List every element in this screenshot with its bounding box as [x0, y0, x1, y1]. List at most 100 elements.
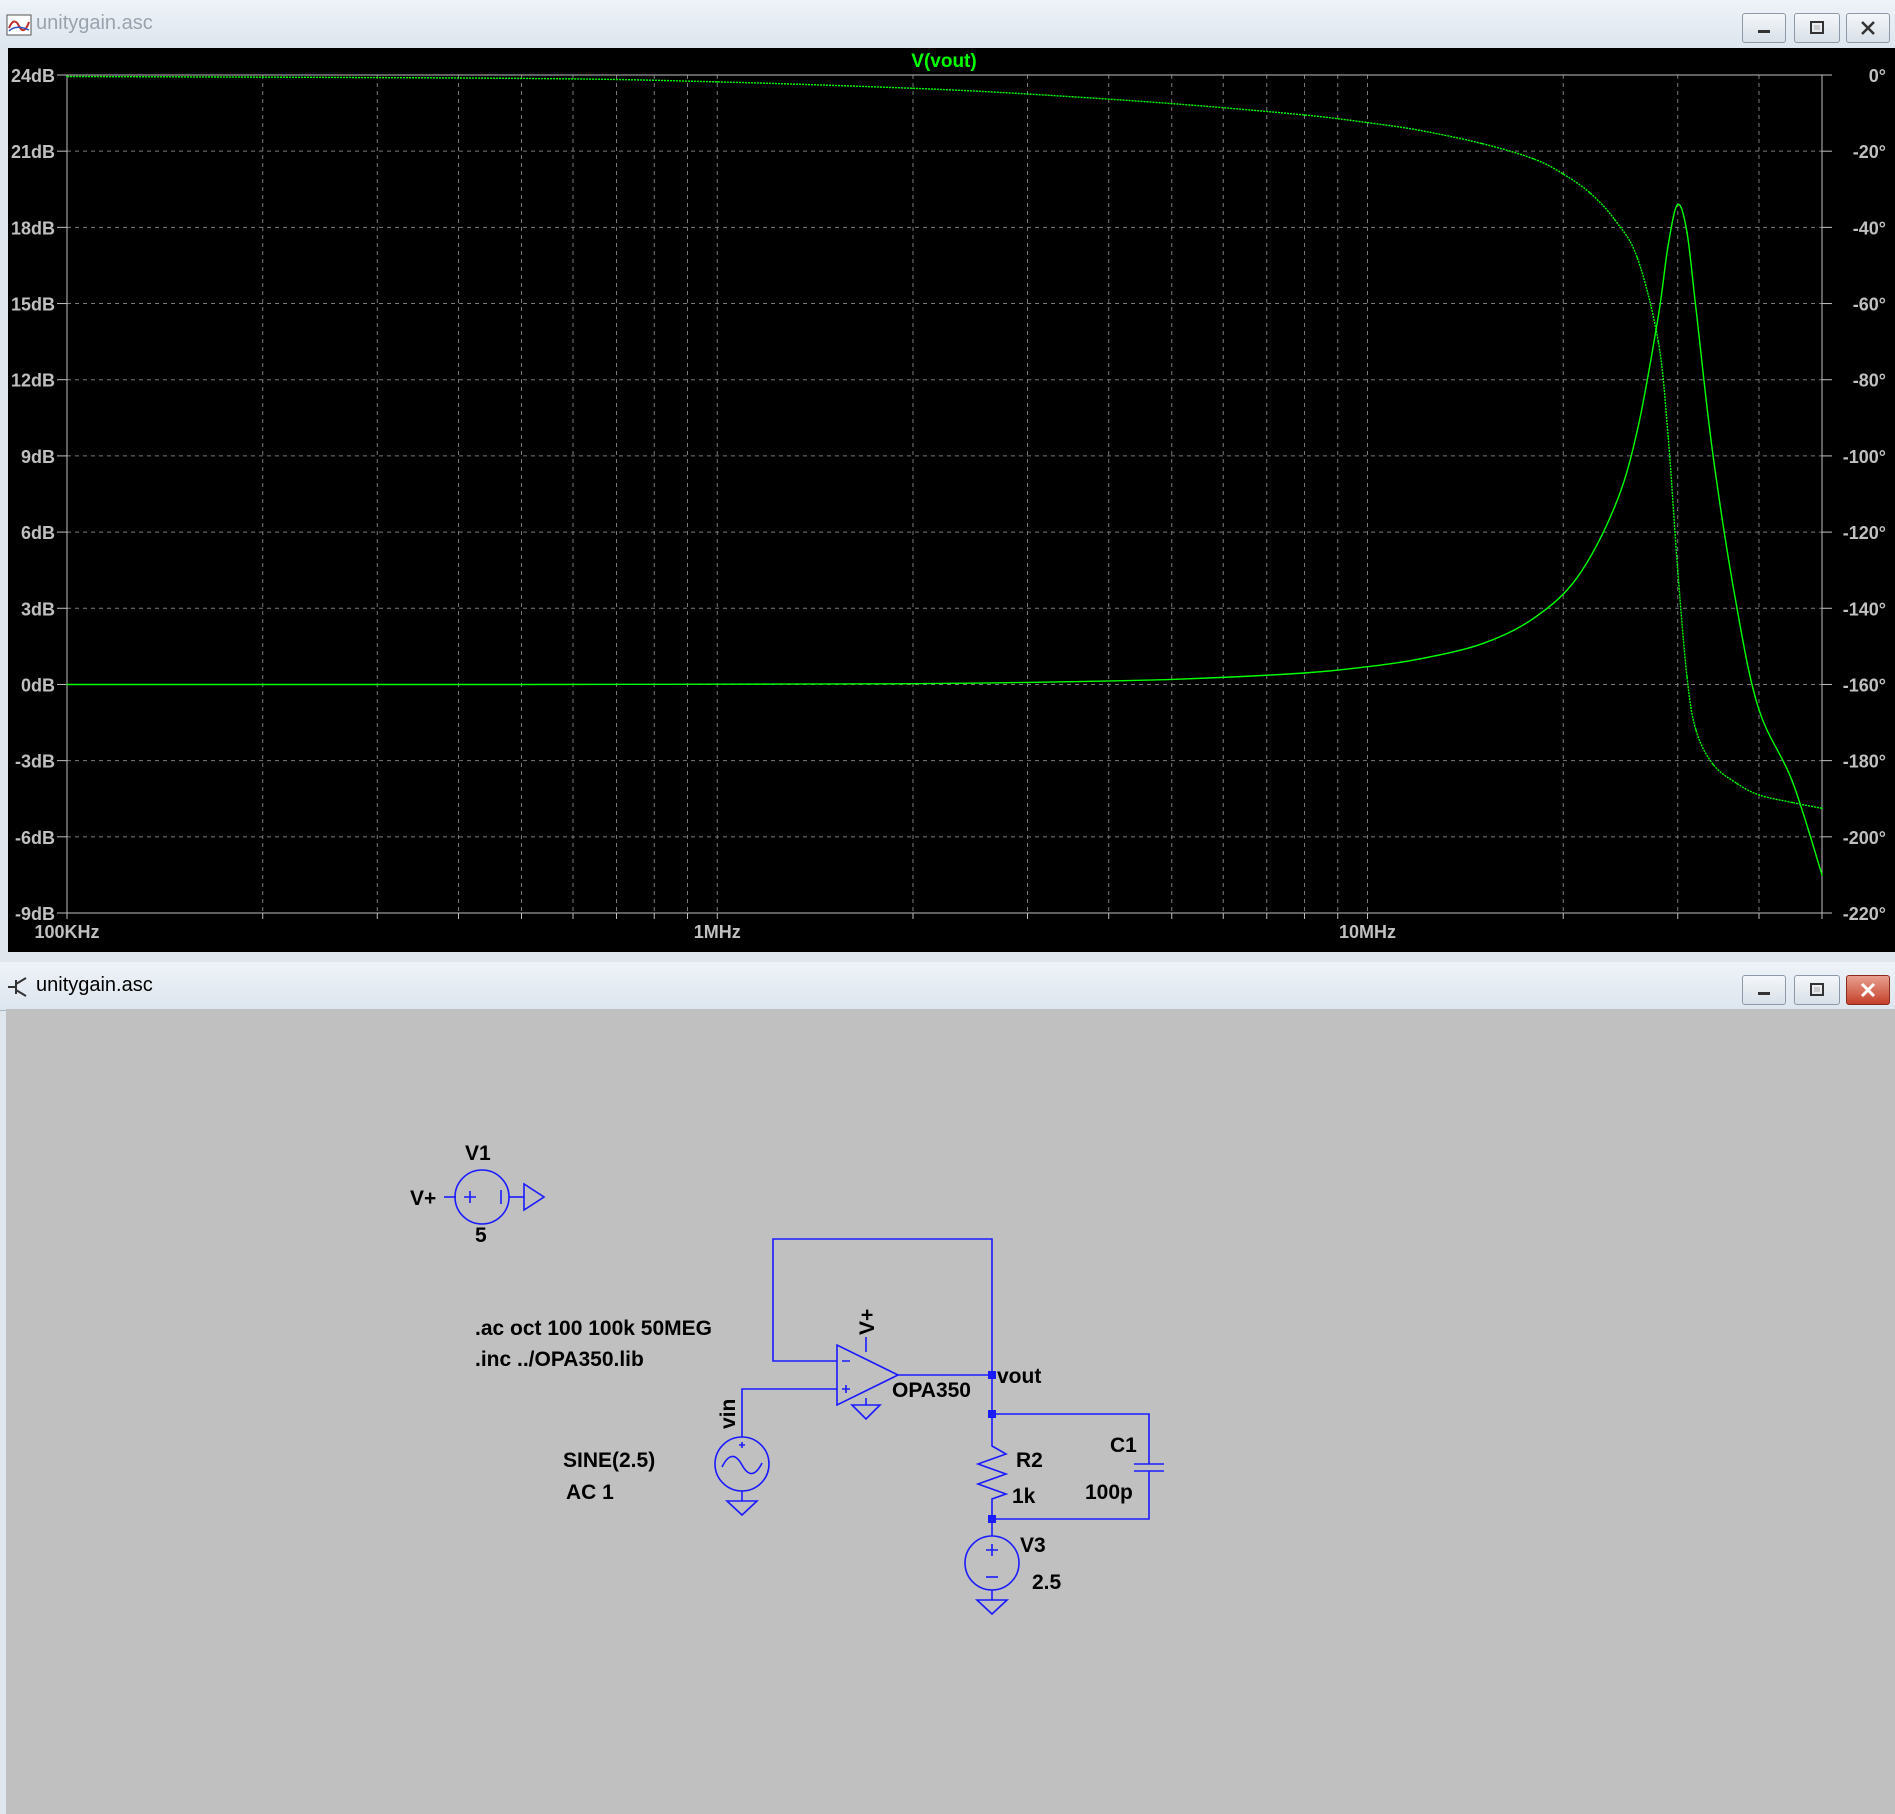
- restore-icon: [1810, 21, 1824, 34]
- phase-trace-point: [1613, 218, 1616, 221]
- vin-value-line1[interactable]: SINE(2.5): [563, 1449, 655, 1472]
- y-left-tick-label: 12dB: [11, 371, 55, 391]
- phase-trace-point: [1695, 729, 1697, 731]
- close-button[interactable]: [1846, 975, 1890, 1005]
- magnitude-trace-point: [1821, 874, 1823, 876]
- phase-trace-point: [1821, 807, 1823, 810]
- c1-value[interactable]: 100p: [1085, 1481, 1133, 1504]
- sine-wave-icon: [721, 1455, 763, 1475]
- y-right-tick-label: -20°: [1853, 142, 1886, 162]
- trace-label[interactable]: V(vout): [911, 51, 976, 72]
- junction-rc-bottom: [988, 1515, 996, 1523]
- phase-trace-point: [1758, 794, 1760, 796]
- phase-trace-point: [912, 87, 914, 90]
- r2-value[interactable]: 1k: [1012, 1485, 1036, 1508]
- plot-window: unitygain.asc 24dB 0° 21dB -20° 18dB -40° 15dB…: [0, 0, 1895, 952]
- r2-name[interactable]: R2: [1016, 1449, 1043, 1472]
- magnitude-trace-point: [1736, 607, 1738, 610]
- opamp-supply-label[interactable]: V+: [856, 1309, 879, 1335]
- y-left-tick-label: 9dB: [21, 447, 55, 467]
- v1-name[interactable]: V1: [465, 1142, 491, 1165]
- x-tick-label: 100KHz: [34, 922, 99, 942]
- opamp-opa350[interactable]: [836, 1337, 900, 1421]
- y-left-tick-label: 24dB: [11, 66, 55, 86]
- y-left-tick-label: 18dB: [11, 218, 55, 238]
- plot-area-frame: 24dB 0° 21dB -20° 18dB -40° 15dB -60° 12dB -80° 9d…: [0, 48, 1895, 952]
- y-right-tick-label: -200°: [1843, 828, 1886, 848]
- close-button[interactable]: [1846, 13, 1890, 43]
- phase-trace-point: [1303, 114, 1306, 116]
- schematic-canvas[interactable]: V1 V+ 5 .ac oct 100 100k 50MEG .inc ../O…: [6, 1009, 1895, 1814]
- v1-value[interactable]: 5: [475, 1224, 487, 1247]
- bode-plot[interactable]: 24dB 0° 21dB -20° 18dB -40° 15dB -60° 12dB -80° 9d…: [0, 48, 1895, 952]
- y-left-tick-label: 21dB: [11, 142, 55, 162]
- phase-trace-point: [1676, 569, 1679, 571]
- vout-net-label[interactable]: vout: [997, 1365, 1041, 1388]
- directive-inc[interactable]: .inc ../OPA350.lib: [475, 1348, 644, 1371]
- v1-plus-icon: [464, 1191, 476, 1203]
- plot-window-titlebar[interactable]: unitygain.asc: [0, 0, 1895, 49]
- plot-background: [8, 48, 1895, 952]
- schematic-window-titlebar[interactable]: unitygain.asc: [0, 962, 1895, 1011]
- y-right-tick-label: -100°: [1843, 447, 1886, 467]
- v3-source[interactable]: [964, 1535, 1020, 1616]
- phase-trace-point: [1418, 129, 1420, 132]
- magnitude-trace-point: [1686, 231, 1688, 234]
- phase-trace-point: [1170, 102, 1173, 105]
- magnitude-trace-point: [716, 683, 719, 686]
- magnitude-trace-point: [1657, 315, 1660, 318]
- r2-zigzag: [975, 1414, 1009, 1519]
- magnitude-trace-point: [912, 682, 914, 685]
- minimize-icon: [1758, 992, 1770, 995]
- c1-capacitor[interactable]: [1134, 1463, 1164, 1472]
- magnitude-trace-point: [1418, 658, 1420, 660]
- feedback-wire[interactable]: [772, 1238, 993, 1375]
- magnitude-trace-point: [1481, 643, 1483, 645]
- phase-trace-point: [1481, 142, 1483, 145]
- phase-trace-point: [1532, 158, 1535, 160]
- vin-wire[interactable]: [741, 1388, 837, 1437]
- junction-rc-top: [988, 1410, 996, 1418]
- directive-ac[interactable]: .ac oct 100 100k 50MEG: [475, 1317, 712, 1340]
- v1-net-label[interactable]: V+: [410, 1187, 436, 1210]
- magnitude-trace-point: [1576, 577, 1578, 579]
- y-right-tick-label: -220°: [1843, 904, 1886, 924]
- minimize-icon: [1758, 30, 1770, 33]
- y-right-tick-label: -60°: [1853, 295, 1886, 315]
- y-right-tick-label: -40°: [1853, 218, 1886, 238]
- y-left-tick-label: 0dB: [21, 675, 55, 695]
- minimize-button[interactable]: [1742, 975, 1786, 1005]
- magnitude-trace-point: [1636, 429, 1639, 432]
- r2-resistor[interactable]: [975, 1414, 1009, 1519]
- magnitude-trace-point: [1667, 244, 1669, 246]
- v3-name[interactable]: V3: [1020, 1534, 1046, 1557]
- v3-ground-icon: [974, 1599, 1010, 1616]
- c1-name[interactable]: C1: [1110, 1434, 1137, 1457]
- x-tick-label: 1MHz: [694, 922, 741, 942]
- v1-source[interactable]: [444, 1169, 546, 1225]
- opamp-name[interactable]: OPA350: [892, 1379, 971, 1402]
- magnitude-trace-point: [1695, 307, 1697, 310]
- schematic-drawing[interactable]: V1 V+ 5 .ac oct 100 100k 50MEG .inc ../O…: [6, 1009, 1895, 1814]
- magnitude-trace-point: [1366, 665, 1369, 668]
- phase-trace-point: [716, 81, 719, 83]
- plot-window-title: unitygain.asc: [36, 12, 153, 34]
- y-left-tick-label: -3dB: [15, 752, 55, 772]
- phase-trace-point: [1366, 121, 1369, 124]
- vin-value-line2[interactable]: AC 1: [566, 1481, 614, 1504]
- restore-icon: [1810, 983, 1824, 996]
- magnitude-trace-point: [520, 683, 523, 686]
- vin-net-label[interactable]: vin: [717, 1399, 740, 1429]
- restore-button[interactable]: [1794, 13, 1840, 43]
- restore-button[interactable]: [1794, 975, 1840, 1005]
- vin-sine-source[interactable]: [714, 1436, 770, 1517]
- minimize-button[interactable]: [1742, 13, 1786, 43]
- y-right-tick-label: -160°: [1843, 675, 1886, 695]
- x-tick-label: 10MHz: [1339, 922, 1396, 942]
- y-left-tick-label: 6dB: [21, 523, 55, 543]
- magnitude-trace-point: [66, 683, 68, 686]
- phase-trace-point: [1686, 676, 1688, 678]
- phase-trace-point: [1736, 782, 1738, 785]
- phase-trace-point: [1712, 763, 1714, 766]
- v3-value[interactable]: 2.5: [1032, 1571, 1062, 1594]
